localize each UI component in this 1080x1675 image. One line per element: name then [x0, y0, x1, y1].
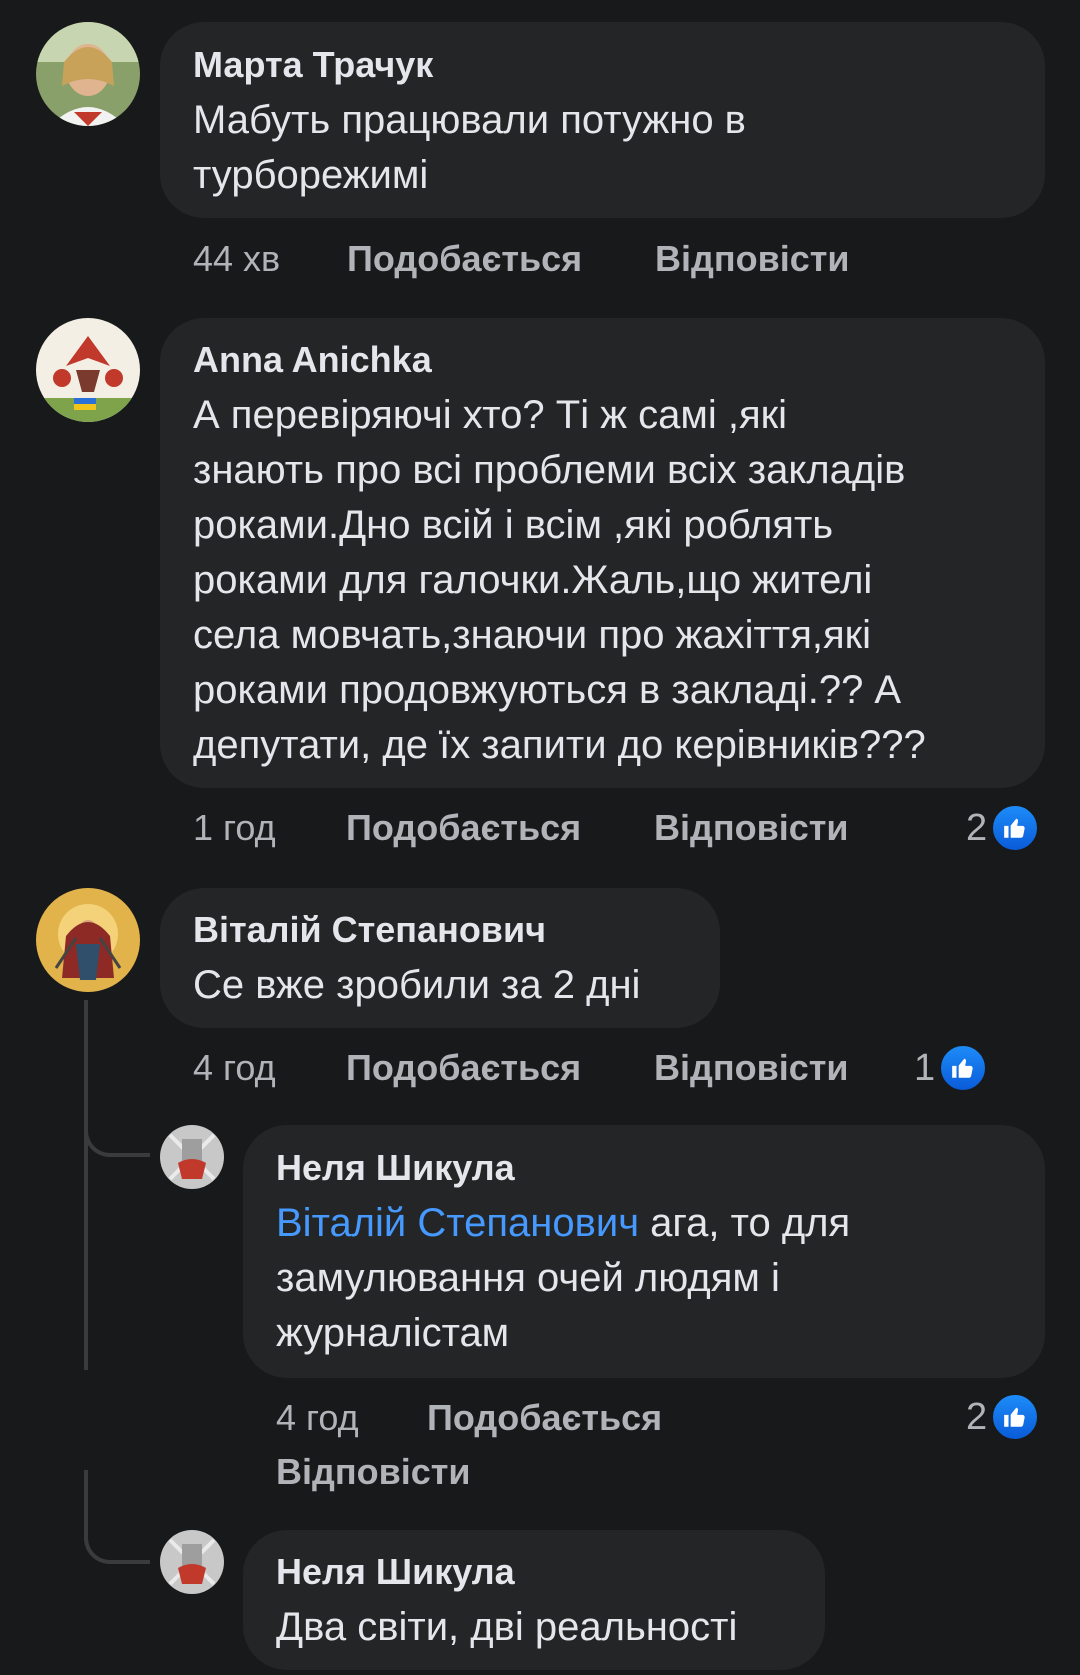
reply-text: Віталій Степанович ага, то для замулюван…: [276, 1196, 850, 1361]
comment-text-line: роками продовжуються в закладі.?? А: [193, 668, 902, 712]
reaction-summary[interactable]: 2: [966, 804, 1040, 852]
comment-text-line: роками.Дно всій і всім ,які роблять: [193, 503, 834, 547]
author-name[interactable]: Неля Шикула: [276, 1148, 515, 1188]
reaction-count: 2: [966, 1396, 988, 1438]
comment-text-line: знають про всі проблеми всіх закладів: [193, 448, 906, 492]
comment-text-line: депутати, де їх запити до керівників???: [193, 723, 926, 767]
avatar[interactable]: [36, 318, 140, 422]
avatar[interactable]: [36, 888, 140, 992]
comment-text-line: Се вже зробили за 2 дні: [193, 963, 641, 1007]
avatar[interactable]: [36, 22, 140, 126]
avatar[interactable]: [160, 1125, 224, 1189]
reaction-count: 2: [966, 807, 988, 849]
thumbs-up-icon: [991, 1393, 1040, 1441]
reply-text-line: замулювання очей людям і: [276, 1256, 780, 1300]
mention-link[interactable]: Віталій Степанович: [276, 1201, 639, 1245]
reply-text-line: Віталій Степанович ага, то для: [276, 1196, 850, 1251]
comment-time[interactable]: 4 год: [193, 1048, 276, 1088]
thread-line: [84, 1000, 88, 1370]
reply-text-line: Два світи, дві реальності: [276, 1605, 738, 1649]
like-button[interactable]: Подобається: [346, 808, 581, 848]
thread-branch: [84, 1085, 150, 1157]
comment-text-line: роками для галочки.Жаль,що жителі: [193, 558, 873, 602]
author-name[interactable]: Неля Шикула: [276, 1552, 515, 1592]
thumbs-up-icon: [939, 1044, 988, 1092]
comment-text-line: А перевіряючі хто? Ті ж самі ,які: [193, 393, 787, 437]
reply-text-line: журналістам: [276, 1311, 510, 1355]
comment-text: Мабуть працювали потужно в турборежимі: [193, 93, 746, 203]
reply-button[interactable]: Відповісти: [654, 808, 849, 848]
reply-text-segment: ага, то для: [639, 1201, 851, 1245]
reaction-count: 1: [914, 1047, 936, 1089]
like-button[interactable]: Подобається: [346, 1048, 581, 1088]
avatar[interactable]: [160, 1530, 224, 1594]
thread-branch: [84, 1470, 150, 1564]
comment-text: Се вже зробили за 2 дні: [193, 958, 640, 1013]
reaction-summary[interactable]: 2: [966, 1393, 1040, 1441]
reply-button[interactable]: Відповісти: [655, 239, 850, 279]
reply-text: Два світи, дві реальності: [276, 1600, 737, 1655]
like-button[interactable]: Подобається: [347, 239, 582, 279]
comment-time[interactable]: 4 год: [276, 1398, 359, 1438]
comment-time[interactable]: 44 хв: [193, 239, 280, 279]
reply-button[interactable]: Відповісти: [276, 1452, 471, 1492]
author-name[interactable]: Віталій Степанович: [193, 910, 546, 950]
comment-text-line: Мабуть працювали потужно в: [193, 98, 746, 142]
author-name[interactable]: Anna Anichka: [193, 340, 432, 380]
comment-time[interactable]: 1 год: [193, 808, 276, 848]
comment-text-line: села мовчать,знаючи про жахіття,які: [193, 613, 872, 657]
reaction-summary[interactable]: 1: [914, 1044, 988, 1092]
thumbs-up-icon: [991, 804, 1040, 852]
comment-text-line: турборежимі: [193, 153, 429, 197]
like-button[interactable]: Подобається: [427, 1398, 662, 1438]
author-name[interactable]: Марта Трачук: [193, 45, 433, 85]
comment-text: А перевіряючі хто? Ті ж самі ,які знають…: [193, 388, 926, 773]
reply-button[interactable]: Відповісти: [654, 1048, 849, 1088]
